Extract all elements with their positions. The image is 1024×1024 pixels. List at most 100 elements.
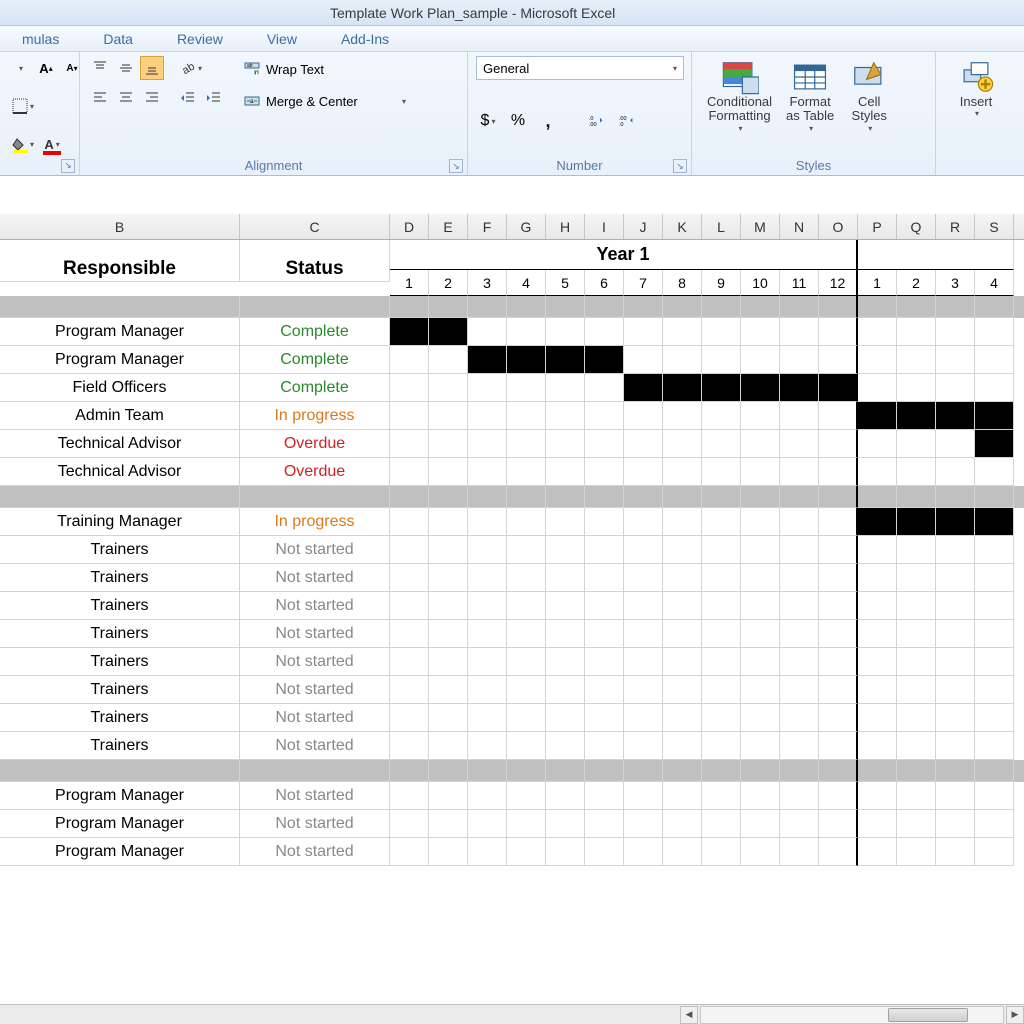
gantt-cell[interactable] (897, 564, 936, 592)
fill-color-button[interactable]: ▾ (8, 133, 38, 157)
gantt-cell[interactable] (546, 536, 585, 564)
gantt-cell[interactable] (819, 620, 858, 648)
gantt-cell[interactable] (390, 564, 429, 592)
gantt-cell[interactable] (780, 782, 819, 810)
gantt-cell[interactable] (585, 620, 624, 648)
cell-responsible[interactable]: Program Manager (0, 346, 240, 374)
gantt-cell[interactable] (624, 704, 663, 732)
gantt-cell[interactable] (741, 430, 780, 458)
gantt-cell[interactable] (624, 810, 663, 838)
gantt-cell[interactable] (585, 508, 624, 536)
column-header-I[interactable]: I (585, 214, 624, 239)
gantt-cell[interactable] (702, 564, 741, 592)
gantt-cell[interactable] (936, 430, 975, 458)
gantt-cell[interactable] (663, 810, 702, 838)
accounting-format-button[interactable]: $▾ (476, 109, 500, 133)
gantt-cell[interactable] (585, 318, 624, 346)
number-dialog-launcher-icon[interactable]: ↘ (673, 159, 687, 173)
gantt-cell[interactable] (429, 402, 468, 430)
gantt-cell[interactable] (507, 838, 546, 866)
cell-responsible[interactable]: Technical Advisor (0, 430, 240, 458)
gantt-cell[interactable] (819, 592, 858, 620)
increase-indent-button[interactable] (202, 86, 226, 110)
gantt-cell[interactable] (819, 536, 858, 564)
gantt-cell[interactable] (546, 620, 585, 648)
gantt-cell[interactable] (663, 704, 702, 732)
wrap-text-button[interactable]: ab Wrap Text (240, 56, 410, 82)
gantt-cell[interactable] (624, 536, 663, 564)
cell-responsible[interactable]: Field Officers (0, 374, 240, 402)
gantt-cell[interactable] (897, 810, 936, 838)
gantt-cell[interactable] (468, 564, 507, 592)
gantt-cell[interactable] (858, 620, 897, 648)
cell-status[interactable]: Not started (240, 732, 390, 760)
gantt-cell[interactable] (702, 648, 741, 676)
gantt-cell[interactable] (858, 838, 897, 866)
gantt-cell[interactable] (975, 810, 1014, 838)
cell-responsible[interactable]: Trainers (0, 732, 240, 760)
gantt-cell[interactable] (507, 704, 546, 732)
gantt-cell[interactable] (858, 402, 897, 430)
ribbon-tab-review[interactable]: Review (155, 31, 245, 47)
cell-status[interactable]: Not started (240, 564, 390, 592)
gantt-cell[interactable] (546, 838, 585, 866)
gantt-cell[interactable] (741, 648, 780, 676)
gantt-cell[interactable] (585, 592, 624, 620)
gantt-cell[interactable] (936, 732, 975, 760)
gantt-cell[interactable] (780, 564, 819, 592)
gantt-cell[interactable] (663, 346, 702, 374)
cell-responsible[interactable]: Admin Team (0, 402, 240, 430)
cell-status[interactable]: Not started (240, 536, 390, 564)
gantt-cell[interactable] (390, 620, 429, 648)
gantt-cell[interactable] (390, 430, 429, 458)
gantt-cell[interactable] (741, 732, 780, 760)
gantt-cell[interactable] (390, 782, 429, 810)
gantt-cell[interactable] (390, 402, 429, 430)
gantt-cell[interactable] (663, 508, 702, 536)
gantt-cell[interactable] (624, 374, 663, 402)
gantt-cell[interactable] (702, 782, 741, 810)
gantt-cell[interactable] (663, 564, 702, 592)
gantt-cell[interactable] (624, 430, 663, 458)
gantt-cell[interactable] (702, 374, 741, 402)
gantt-cell[interactable] (741, 782, 780, 810)
gantt-cell[interactable] (507, 564, 546, 592)
cell-responsible[interactable]: Trainers (0, 648, 240, 676)
gantt-cell[interactable] (858, 318, 897, 346)
gantt-cell[interactable] (663, 374, 702, 402)
scroll-left-arrow-icon[interactable]: ◀ (680, 1006, 698, 1024)
ribbon-tab-formulas[interactable]: mulas (0, 31, 81, 47)
gantt-cell[interactable] (429, 676, 468, 704)
gantt-cell[interactable] (468, 620, 507, 648)
cell-status[interactable]: In progress (240, 508, 390, 536)
gantt-cell[interactable] (507, 402, 546, 430)
gantt-cell[interactable] (702, 592, 741, 620)
gantt-cell[interactable] (468, 458, 507, 486)
gantt-cell[interactable] (585, 430, 624, 458)
gantt-cell[interactable] (741, 704, 780, 732)
gantt-cell[interactable] (624, 318, 663, 346)
gantt-cell[interactable] (858, 564, 897, 592)
gantt-cell[interactable] (975, 374, 1014, 402)
gantt-cell[interactable] (663, 838, 702, 866)
gantt-cell[interactable] (507, 508, 546, 536)
gantt-cell[interactable] (819, 676, 858, 704)
column-header-M[interactable]: M (741, 214, 780, 239)
gantt-cell[interactable] (468, 732, 507, 760)
column-header-O[interactable]: O (819, 214, 858, 239)
decrease-decimal-button[interactable]: .00.0 (614, 109, 638, 133)
gantt-cell[interactable] (390, 346, 429, 374)
gantt-cell[interactable] (780, 536, 819, 564)
column-header-K[interactable]: K (663, 214, 702, 239)
gantt-cell[interactable] (429, 536, 468, 564)
gantt-cell[interactable] (468, 346, 507, 374)
gantt-cell[interactable] (975, 402, 1014, 430)
gantt-cell[interactable] (546, 732, 585, 760)
gantt-cell[interactable] (936, 346, 975, 374)
gantt-cell[interactable] (429, 592, 468, 620)
align-top-button[interactable] (88, 56, 112, 80)
cell-responsible[interactable]: Training Manager (0, 508, 240, 536)
gantt-cell[interactable] (702, 508, 741, 536)
gantt-cell[interactable] (975, 430, 1014, 458)
cell-responsible[interactable]: Trainers (0, 536, 240, 564)
